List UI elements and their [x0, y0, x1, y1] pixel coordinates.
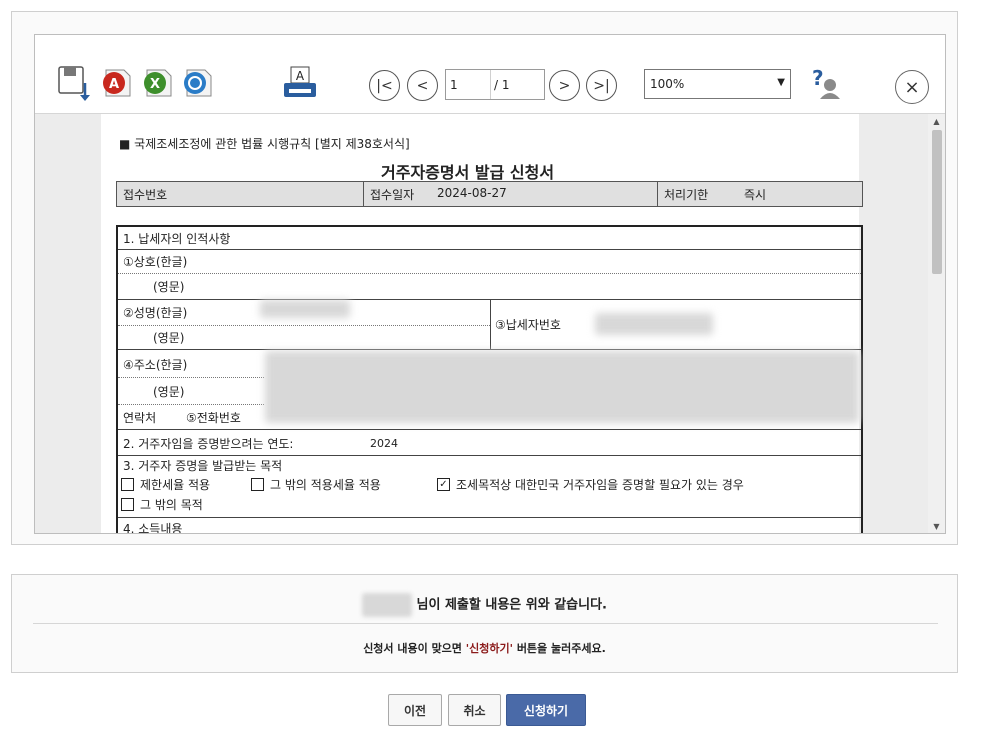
redacted-taxpayer-no [595, 313, 713, 335]
document-viewport[interactable]: ■ 국제조세조정에 관한 법률 시행규칙 [별지 제38호서식] 거주자증명서 … [35, 114, 945, 533]
year-value: 2024 [370, 437, 398, 450]
purpose1-label: 제한세율 적용 [140, 478, 211, 492]
receipt-date-value: 2024-08-27 [437, 186, 507, 200]
zoom-select[interactable]: 100% ▼ [644, 69, 791, 99]
cancel-button[interactable]: 취소 [448, 694, 501, 726]
page-separator [490, 70, 491, 99]
svg-text:A: A [109, 77, 119, 92]
scroll-thumb[interactable] [932, 130, 942, 274]
zoom-value: 100% [650, 77, 685, 91]
purpose4-label: 그 밖의 목적 [140, 498, 203, 512]
section3-heading: 3. 거주자 증명을 발급받는 목적 [123, 459, 283, 473]
document-page: ■ 국제조세조정에 관한 법률 시행규칙 [별지 제38호서식] 거주자증명서 … [101, 114, 863, 533]
contact-label: 연락처 [123, 411, 157, 425]
confirmation-instruction-highlight: '신청하기' [465, 642, 513, 655]
receipt-date-label: 접수일자 [370, 188, 415, 202]
form-title: 거주자증명서 발급 신청서 [381, 163, 555, 182]
redacted-address [265, 351, 859, 423]
svg-text:?: ? [812, 66, 824, 90]
close-button[interactable]: × [895, 70, 929, 104]
submit-button[interactable]: 신청하기 [506, 694, 586, 726]
prev-page-button[interactable]: < [407, 70, 438, 101]
redacted-applicant-name [361, 593, 412, 617]
confirmation-line1: 님이 제출할 내용은 위와 같습니다. [12, 593, 957, 617]
processing-value: 즉시 [744, 188, 767, 202]
section4-heading: 4. 소득내용 [123, 522, 183, 533]
scroll-up-icon[interactable]: ▲ [928, 114, 945, 128]
name-en-label: (영문) [153, 331, 185, 345]
page-number-field[interactable]: 1 / 1 [445, 69, 545, 100]
hwp-icon[interactable] [181, 66, 215, 104]
phone-label: ⑤전화번호 [186, 411, 241, 425]
viewer-toolbar: A X A |< < 1 / 1 > >| 100% ▼ ? × [35, 35, 945, 114]
receipt-header-row: 접수번호 접수일자 2024-08-27 처리기한 즉시 [116, 181, 863, 207]
report-viewer: A X A |< < 1 / 1 > >| 100% ▼ ? × ■ 국제조세조… [34, 34, 946, 534]
pdf-icon[interactable]: A [100, 66, 134, 104]
purpose2-checkbox[interactable] [251, 478, 264, 491]
excel-icon[interactable]: X [141, 66, 175, 104]
print-icon[interactable]: A [281, 65, 321, 107]
report-viewer-frame: A X A |< < 1 / 1 > >| 100% ▼ ? × ■ 국제조세조… [11, 11, 958, 545]
confirmation-message-box: 님이 제출할 내용은 위와 같습니다. 신청서 내용이 맞으면 '신청하기' 버… [11, 574, 958, 673]
scroll-down-icon[interactable]: ▼ [928, 519, 945, 533]
section1-heading: 1. 납세자의 인적사항 [123, 232, 231, 246]
purpose1-checkbox[interactable] [121, 478, 134, 491]
current-page: 1 [450, 78, 458, 92]
first-page-button[interactable]: |< [369, 70, 400, 101]
processing-label: 처리기한 [664, 188, 709, 202]
chevron-down-icon: ▼ [777, 77, 785, 88]
next-page-button[interactable]: > [549, 70, 580, 101]
section2-heading: 2. 거주자임을 증명받으려는 연도: [123, 437, 294, 451]
name-kr-label: ②성명(한글) [123, 306, 188, 320]
processing-cell: 처리기한 즉시 [658, 182, 862, 206]
address-en-label: (영문) [153, 385, 185, 399]
receipt-date-cell: 접수일자 2024-08-27 [364, 182, 658, 206]
receipt-no-label: 접수번호 [123, 188, 168, 202]
purpose3-checkbox[interactable]: ✓ [437, 478, 450, 491]
last-page-button[interactable]: >| [586, 70, 617, 101]
redacted-name [260, 300, 350, 318]
confirmation-line2: 신청서 내용이 맞으면 '신청하기' 버튼을 눌러주세요. [12, 640, 957, 656]
purpose2-label: 그 밖의 적용세율 적용 [270, 478, 381, 492]
receipt-no-cell: 접수번호 [117, 182, 364, 206]
purpose3-label: 조세목적상 대한민국 거주자임을 증명할 필요가 있는 경우 [456, 478, 744, 492]
applicant-section: 1. 납세자의 인적사항 ①상호(한글) (영문) ②성명(한글) (영문) ③… [116, 225, 863, 533]
svg-text:X: X [150, 77, 160, 92]
vertical-scrollbar[interactable]: ▲ ▼ [928, 114, 945, 533]
purpose4-checkbox[interactable] [121, 498, 134, 511]
confirmation-text: 님이 제출할 내용은 위와 같습니다. [416, 597, 607, 613]
address-kr-label: ④주소(한글) [123, 358, 188, 372]
save-icon[interactable] [57, 65, 93, 107]
svg-text:A: A [296, 69, 305, 83]
regulation-text: ■ 국제조세조정에 관한 법률 시행규칙 [별지 제38호서식] [119, 137, 410, 151]
firm-name-kr-label: ①상호(한글) [123, 255, 188, 269]
help-icon[interactable]: ? [804, 65, 844, 105]
confirmation-instruction-pre: 신청서 내용이 맞으면 [363, 642, 466, 655]
total-pages: / 1 [494, 78, 510, 92]
confirmation-instruction-post: 버튼을 눌러주세요. [512, 642, 606, 655]
firm-name-en-label: (영문) [153, 280, 185, 294]
divider [33, 623, 938, 624]
prev-button[interactable]: 이전 [388, 694, 442, 726]
taxpayer-no-label: ③납세자번호 [495, 318, 561, 332]
